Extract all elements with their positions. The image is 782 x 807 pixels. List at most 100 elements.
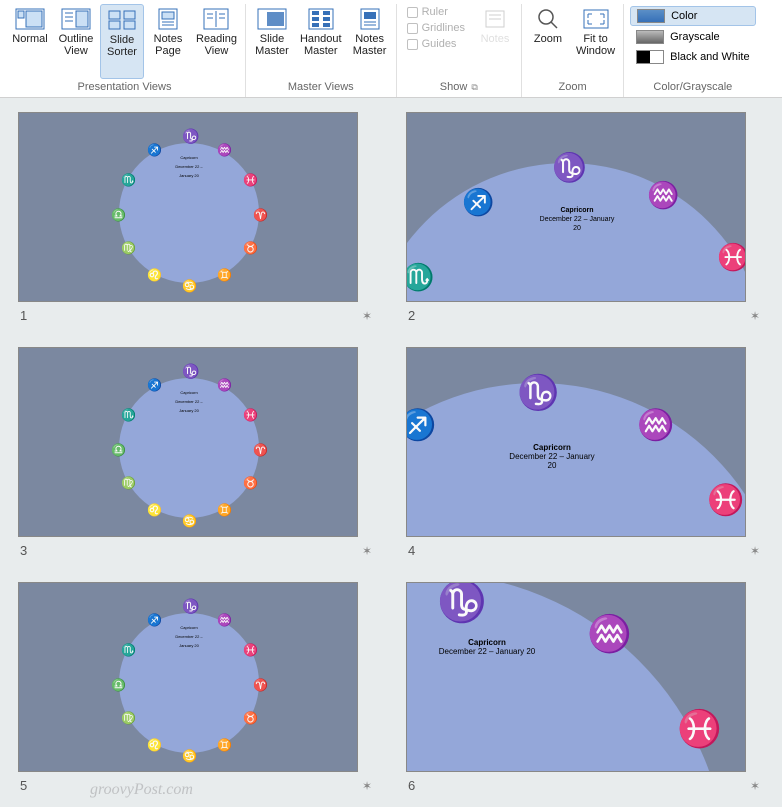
slide-number: 3 [20,543,27,558]
slide-sorter-icon [106,8,138,32]
virgo-icon: ♍ [121,241,136,256]
capricorn-icon: ♑ [517,373,559,413]
slide-thumbnail[interactable]: CapricornDecember 22 – January 20 ♑ ♒ ♓ … [18,112,376,323]
scorpio-icon: ♏ [121,408,136,423]
slide-number: 6 [408,778,415,793]
notes-page-button[interactable]: Notes Page [146,4,190,79]
animation-indicator-icon: ✶ [362,309,372,323]
normal-button[interactable]: Normal [8,4,52,79]
libra-icon: ♎ [111,208,126,223]
slide-number: 2 [408,308,415,323]
color-swatch-icon [637,9,665,23]
pisces-icon: ♓ [243,173,258,188]
reading-view-icon [200,7,232,31]
pisces-icon: ♓ [717,243,746,273]
notes-icon [479,7,511,31]
taurus-icon: ♉ [243,711,258,726]
slide-number: 5 [20,778,27,793]
group-color-grayscale: Color Grayscale Black and White Color/Gr… [624,4,761,97]
capricorn-icon: ♑ [182,364,199,381]
outline-view-button[interactable]: Outline View [54,4,98,79]
group-presentation-views: Normal Outline View Slide Sorter Notes P… [4,4,246,97]
notes-master-icon [354,7,386,31]
slide-thumbnail[interactable]: CapricornDecember 22 – January 20 ♑ ♒ ♓ … [18,347,376,558]
gridlines-checkbox[interactable]: Gridlines [407,22,465,34]
sagittarius-icon: ♐ [147,613,162,628]
libra-icon: ♎ [111,678,126,693]
notes-master-button[interactable]: Notes Master [348,4,392,79]
slide-number: 4 [408,543,415,558]
ruler-checkbox[interactable]: Ruler [407,6,465,18]
scorpio-icon: ♏ [121,643,136,658]
outline-view-icon [60,7,92,31]
cancer-icon: ♋ [182,514,197,529]
cancer-icon: ♋ [182,279,197,294]
grayscale-button[interactable]: Grayscale [630,28,755,46]
aquarius-icon: ♒ [637,408,674,443]
group-zoom: Zoom Fit to Window Zoom [522,4,624,97]
animation-indicator-icon: ✶ [362,544,372,558]
slide-title: CapricornDecember 22 – January 20 [169,388,209,415]
show-launcher-icon[interactable]: ⧉ [471,82,477,92]
slide-title: CapricornDecember 22 – January 20 [537,206,617,233]
slide-sorter-button[interactable]: Slide Sorter [100,4,144,79]
black-white-button[interactable]: Black and White [630,48,755,66]
guides-checkbox[interactable]: Guides [407,38,465,50]
aquarius-icon: ♒ [217,378,232,393]
animation-indicator-icon: ✶ [750,309,760,323]
capricorn-icon: ♑ [182,129,199,146]
slide-title: CapricornDecember 22 – January 20 [169,153,209,180]
taurus-icon: ♉ [243,476,258,491]
scorpio-icon: ♏ [406,263,434,293]
slide-sorter-panel: CapricornDecember 22 – January 20 ♑ ♒ ♓ … [0,98,782,807]
normal-icon [14,7,46,31]
pisces-icon: ♓ [707,483,744,518]
aries-icon: ♈ [253,443,268,458]
slide-thumbnail[interactable]: CapricornDecember 22 – January 20 ♑ ♒ ♓ … [406,582,764,793]
animation-indicator-icon: ✶ [750,779,760,793]
watermark: groovyPost.com [90,781,193,799]
libra-icon: ♎ [111,443,126,458]
group-show: Ruler Gridlines Guides Notes Show⧉ [397,4,522,97]
slide-master-icon [256,7,288,31]
group-master-views: Slide Master Handout Master Notes Master… [246,4,397,97]
color-button[interactable]: Color [630,6,755,26]
sagittarius-icon: ♐ [406,408,436,443]
notes-page-icon [152,7,184,31]
slide-number: 1 [20,308,27,323]
pisces-icon: ♓ [677,708,722,750]
virgo-icon: ♍ [121,711,136,726]
checkbox-icon [407,23,418,34]
slide-title: CapricornDecember 22 – January 20 [437,638,537,656]
reading-view-button[interactable]: Reading View [192,4,241,79]
pisces-icon: ♓ [243,643,258,658]
pisces-icon: ♓ [243,408,258,423]
checkbox-icon [407,39,418,50]
gemini-icon: ♊ [217,503,232,518]
capricorn-icon: ♑ [182,599,199,616]
gemini-icon: ♊ [217,738,232,753]
zoom-button[interactable]: Zoom [526,4,570,79]
gemini-icon: ♊ [217,268,232,283]
leo-icon: ♌ [147,503,162,518]
capricorn-icon: ♑ [437,582,487,625]
slide-thumbnail[interactable]: CapricornDecember 22 – January 20 ♑ ♒ ♓ … [18,582,376,793]
aquarius-icon: ♒ [647,181,679,211]
notes-button[interactable]: Notes [473,4,517,79]
slide-title: CapricornDecember 22 – January 20 [507,443,597,470]
cancer-icon: ♋ [182,749,197,764]
slide-thumbnail[interactable]: CapricornDecember 22 – January 20 ♑ ♒ ♓ … [406,347,764,558]
handout-master-button[interactable]: Handout Master [296,4,346,79]
fit-to-window-button[interactable]: Fit to Window [572,4,619,79]
virgo-icon: ♍ [121,476,136,491]
bw-swatch-icon [636,50,664,64]
fit-to-window-icon [580,7,612,31]
aquarius-icon: ♒ [587,613,632,655]
aquarius-icon: ♒ [217,613,232,628]
sagittarius-icon: ♐ [462,188,494,218]
leo-icon: ♌ [147,268,162,283]
animation-indicator-icon: ✶ [362,779,372,793]
slide-master-button[interactable]: Slide Master [250,4,294,79]
taurus-icon: ♉ [243,241,258,256]
slide-thumbnail[interactable]: CapricornDecember 22 – January 20 ♑ ♒ ♓ … [406,112,764,323]
